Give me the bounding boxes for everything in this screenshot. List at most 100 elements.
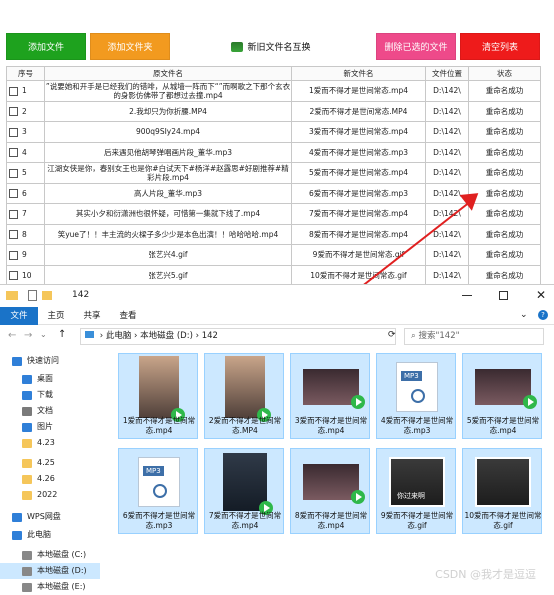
col-new-name[interactable]: 新文件名 [291, 66, 426, 81]
nav-item-icon [12, 512, 22, 522]
clear-list-button[interactable]: 清空列表 [460, 33, 540, 60]
row-checkbox[interactable] [9, 86, 18, 96]
file-item[interactable]: 你过来啊 9爱而不得才是世间常态.gif [376, 448, 456, 534]
forward-icon[interactable]: → [24, 330, 32, 341]
add-file-button[interactable]: 添加文件 [6, 33, 86, 60]
file-item[interactable]: MP3 4爱而不得才是世间常态.mp3 [376, 353, 456, 439]
nav-item-label: 4.23 [37, 438, 55, 447]
chevron-down-icon[interactable]: ⌄ [520, 310, 528, 320]
col-status[interactable]: 状态 [468, 66, 541, 81]
col-original-name[interactable]: 原文件名 [44, 66, 292, 81]
row-checkbox[interactable] [9, 189, 18, 198]
nav-item-icon [22, 406, 32, 416]
col-index[interactable]: 序号 [6, 66, 45, 81]
table-row[interactable]: 2 2.我却只为你折腰.MP4 2爱而不得才是世间常态.MP4 D:\142\ … [6, 100, 541, 122]
row-checkbox[interactable] [9, 250, 18, 260]
row-index-cell: 3 [6, 121, 45, 143]
tab-home[interactable]: 主页 [40, 307, 72, 325]
breadcrumb-pc[interactable]: 此电脑 [106, 331, 132, 341]
breadcrumb-drive[interactable]: 本地磁盘 (D:) [140, 331, 193, 341]
file-item[interactable]: 8爱而不得才是世间常态.mp4 [290, 448, 370, 534]
minimize-icon[interactable] [462, 295, 472, 296]
new-folder-icon[interactable] [42, 291, 52, 300]
new-name-cell: 6爱而不得才是世间常态.mp3 [291, 182, 426, 204]
row-checkbox[interactable] [9, 209, 18, 219]
original-name-cell: 2.我却只为你折腰.MP4 [44, 100, 292, 122]
table-row[interactable]: 9 张艺兴4.gif 9爱而不得才是世间常态.gif D:\142\ 重命名成功 [6, 244, 541, 266]
col-location[interactable]: 文件位置 [425, 66, 469, 81]
row-checkbox[interactable] [9, 230, 18, 239]
file-thumbnail [217, 356, 273, 422]
table-row[interactable]: 4 后来遇见他胡琴弹唱画片段_董华.mp3 4爱而不得才是世间常态.mp3 D:… [6, 141, 541, 163]
nav-item[interactable]: 本地磁盘 (D:) [0, 563, 100, 579]
swap-icon [231, 41, 244, 52]
properties-icon[interactable] [28, 290, 37, 301]
play-icon [523, 395, 537, 409]
table-row[interactable]: 8 笑yue了！！丰主流的火樑子多少少是本色出演！！哈哈哈哈.mp4 8爱而不得… [6, 223, 541, 245]
table-row[interactable]: 3 900q9SIy24.mp4 3爱而不得才是世间常态.mp4 D:\142\… [6, 121, 541, 143]
table-row[interactable]: 10 张艺兴5.gif 10爱而不得才是世间常态.gif D:\142\ 重命名… [6, 264, 541, 286]
nav-item[interactable]: 本地磁盘 (C:) [0, 547, 100, 563]
row-checkbox[interactable] [9, 271, 18, 280]
status-cell: 重命名成功 [468, 203, 541, 225]
add-folder-button[interactable]: 添加文件夹 [90, 33, 170, 60]
nav-item[interactable]: 下载 [0, 387, 100, 403]
recent-chevron-icon[interactable]: ⌄ [40, 330, 47, 339]
status-cell: 重命名成功 [468, 100, 541, 122]
file-item[interactable]: 1爱而不得才是世间常态.mp4 [118, 353, 198, 439]
refresh-icon[interactable]: ⟳ [388, 330, 396, 340]
folder-icon [6, 291, 18, 300]
row-index-cell: 4 [6, 141, 45, 163]
nav-item-label: 本地磁盘 (C:) [37, 550, 87, 559]
nav-item[interactable]: 文档 [0, 403, 100, 419]
file-name: 6爱而不得才是世间常态.mp3 [122, 511, 196, 530]
nav-item[interactable]: 4.26 [0, 471, 100, 487]
row-checkbox[interactable] [9, 148, 18, 157]
file-item[interactable]: 3爱而不得才是世间常态.mp4 [290, 353, 370, 439]
nav-item[interactable]: 本地磁盘 (E:) [0, 579, 100, 595]
original-name-cell: ”说要她和开手是已经我们的错啡，从城墙一阵而下“”而啊歌之下那个玄衣的身影仿佛带… [44, 80, 292, 102]
address-bar[interactable]: › 此电脑 › 本地磁盘 (D:) › 142 [80, 328, 396, 345]
file-item[interactable]: 5爱而不得才是世间常态.mp4 [462, 353, 542, 439]
tab-share[interactable]: 共享 [76, 307, 108, 325]
location-cell: D:\142\ [425, 80, 469, 102]
back-icon[interactable]: ← [8, 330, 16, 341]
row-checkbox[interactable] [9, 168, 18, 178]
row-index: 2 [22, 106, 27, 116]
file-item[interactable]: 2爱而不得才是世间常态.MP4 [204, 353, 284, 439]
delete-selected-button[interactable]: 删除已选的文件 [376, 33, 456, 60]
nav-item[interactable]: 4.23 [0, 435, 100, 451]
nav-item[interactable]: 2022 [0, 487, 100, 503]
row-checkbox[interactable] [9, 127, 18, 137]
status-cell: 重命名成功 [468, 244, 541, 266]
file-grid: 1爱而不得才是世间常态.mp4 2爱而不得才是世间常态.MP4 3爱而不得才是世间常… [113, 351, 554, 589]
nav-item[interactable]: 快速访问 [0, 353, 100, 369]
nav-item[interactable]: 此电脑 [0, 527, 100, 543]
file-thumbnail: MP3 [131, 451, 187, 513]
row-index-cell: 9 [6, 244, 45, 266]
file-item[interactable]: MP3 6爱而不得才是世间常态.mp3 [118, 448, 198, 534]
tab-file[interactable]: 文件 [0, 307, 38, 325]
swap-names-button[interactable]: 新旧文件名互换 [230, 33, 312, 60]
close-icon[interactable]: ✕ [536, 288, 546, 302]
breadcrumb-folder[interactable]: 142 [202, 331, 218, 341]
nav-item[interactable]: WPS网盘 [0, 509, 100, 525]
nav-item-label: 4.26 [37, 474, 55, 483]
search-input[interactable]: ⌕ 搜索"142" [404, 328, 544, 345]
table-row[interactable]: 1 ”说要她和开手是已经我们的错啡，从城墙一阵而下“”而啊歌之下那个玄衣的身影仿… [6, 80, 541, 102]
nav-item[interactable]: 4.25 [0, 455, 100, 471]
row-checkbox[interactable] [9, 107, 18, 116]
explorer-titlebar: 142 ✕ [0, 285, 554, 307]
tab-view[interactable]: 查看 [112, 307, 144, 325]
file-item[interactable]: 10爱而不得才是世间常态.gif [462, 448, 542, 534]
help-icon[interactable]: ? [538, 310, 548, 320]
table-row[interactable]: 5 江湖女侠是你，春别女王也是你#白试天下#杨洋#赵露思#好剧推荐#精彩片段.m… [6, 162, 541, 184]
up-icon[interactable]: ↑ [58, 329, 66, 340]
nav-item[interactable]: 图片 [0, 419, 100, 435]
nav-item[interactable]: 桌面 [0, 371, 100, 387]
gif-caption: 你过来啊 [397, 492, 425, 500]
nav-item-label: 桌面 [37, 374, 53, 383]
original-name-cell: 后来遇见他胡琴弹唱画片段_董华.mp3 [44, 141, 292, 163]
file-item[interactable]: 7爱而不得才是世间常态.mp4 [204, 448, 284, 534]
maximize-icon[interactable] [499, 291, 508, 300]
